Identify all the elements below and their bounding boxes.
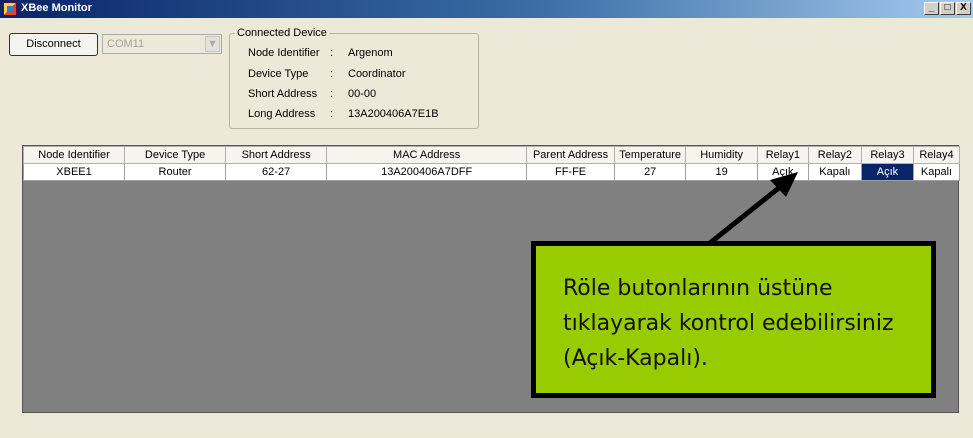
info-label: Long Address — [248, 108, 316, 120]
maximize-button[interactable]: □ — [940, 2, 955, 15]
relay1-toggle-button[interactable]: Açık — [756, 163, 809, 181]
cell-humidity[interactable]: 19 — [685, 163, 758, 181]
info-value: Argenom — [348, 47, 393, 59]
callout-box: Röle butonlarının üstüne tıklayarak kont… — [531, 241, 936, 398]
table-row[interactable]: XBEE1 Router 62-27 13A200406A7DFF FF-FE … — [22, 163, 961, 181]
column-header[interactable]: Relay1 — [756, 146, 809, 164]
info-value: Coordinator — [348, 68, 406, 80]
column-header[interactable]: Short Address — [225, 146, 328, 164]
column-header[interactable]: Temperature — [613, 146, 687, 164]
column-header[interactable]: MAC Address — [326, 146, 528, 164]
column-header[interactable]: Relay4 — [912, 146, 961, 164]
table-header-row: Node Identifier Device Type Short Addres… — [22, 146, 961, 164]
close-button[interactable]: X — [956, 2, 971, 15]
cell-mac-address[interactable]: 13A200406A7DFF — [326, 163, 528, 181]
column-header[interactable]: Relay2 — [807, 146, 862, 164]
info-colon: : — [330, 68, 334, 80]
column-header[interactable]: Relay3 — [860, 146, 914, 164]
app-icon — [3, 2, 17, 16]
disconnect-button[interactable]: Disconnect — [9, 33, 98, 56]
connected-device-legend: Connected Device — [235, 27, 329, 39]
callout-text: Röle butonlarının üstüne tıklayarak kont… — [563, 276, 894, 371]
cell-short-address[interactable]: 62-27 — [225, 163, 328, 181]
device-table: Node Identifier Device Type Short Addres… — [22, 146, 961, 181]
cell-device-type[interactable]: Router — [124, 163, 227, 181]
column-header[interactable]: Node Identifier — [22, 146, 126, 164]
info-label: Device Type — [248, 68, 309, 80]
info-label: Short Address — [248, 88, 318, 100]
column-header[interactable]: Humidity — [685, 146, 758, 164]
cell-parent-address[interactable]: FF-FE — [526, 163, 615, 181]
port-select[interactable]: COM11 ▼ — [102, 34, 222, 54]
column-header[interactable]: Device Type — [124, 146, 227, 164]
info-colon: : — [330, 47, 334, 59]
column-header[interactable]: Parent Address — [526, 146, 615, 164]
info-colon: : — [330, 88, 334, 100]
relay4-toggle-button[interactable]: Kapalı — [912, 163, 961, 181]
title-bar: XBee Monitor _ □ X — [0, 0, 973, 18]
relay3-toggle-button[interactable]: Açık — [860, 163, 914, 181]
chevron-down-icon[interactable]: ▼ — [205, 36, 220, 52]
info-label: Node Identifier — [248, 47, 320, 59]
info-colon: : — [330, 108, 334, 120]
window-title: XBee Monitor — [21, 2, 92, 14]
cell-temperature[interactable]: 27 — [613, 163, 687, 181]
relay2-toggle-button[interactable]: Kapalı — [807, 163, 862, 181]
cell-node-identifier[interactable]: XBEE1 — [22, 163, 126, 181]
info-value: 13A200406A7E1B — [348, 108, 439, 120]
port-select-value: COM11 — [107, 38, 145, 50]
info-value: 00-00 — [348, 88, 377, 100]
minimize-button[interactable]: _ — [924, 2, 939, 15]
